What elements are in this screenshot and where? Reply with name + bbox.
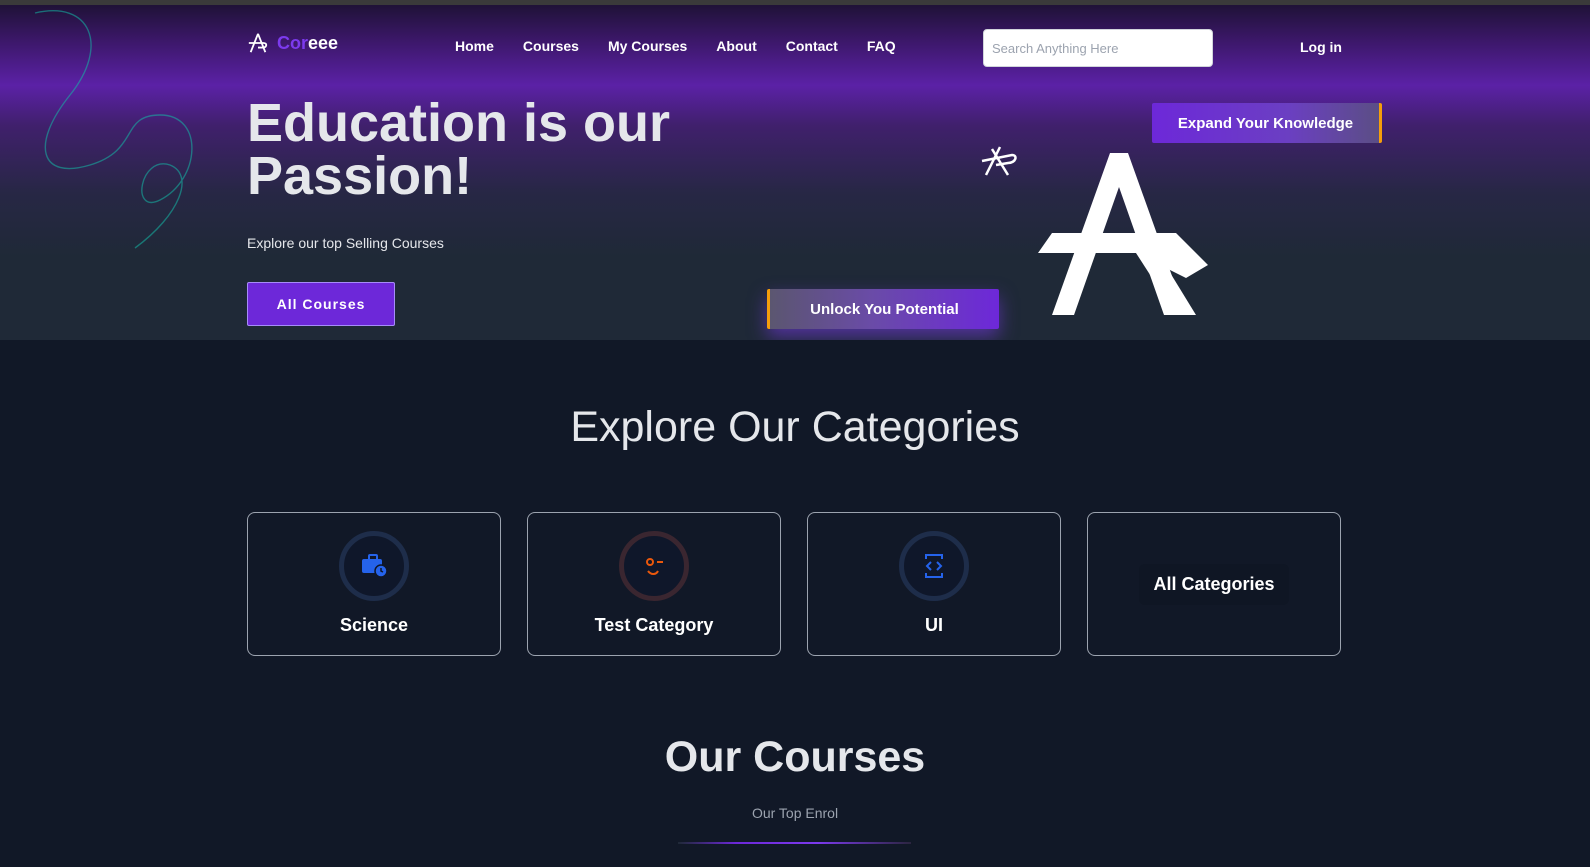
nav-home[interactable]: Home bbox=[455, 38, 494, 54]
small-a-monogram-icon bbox=[981, 146, 1017, 176]
nav-courses[interactable]: Courses bbox=[523, 38, 579, 54]
main-nav: Home Courses My Courses About Contact FA… bbox=[455, 38, 925, 54]
categories-title: Explore Our Categories bbox=[570, 403, 1020, 451]
category-label: Test Category bbox=[594, 615, 714, 635]
nav-about[interactable]: About bbox=[716, 38, 756, 54]
category-cards: Science Test Category UI All Categories bbox=[247, 512, 1341, 656]
category-card-science[interactable]: Science bbox=[247, 512, 501, 656]
section-divider bbox=[678, 842, 911, 844]
hero-subtitle: Explore our top Selling Courses bbox=[247, 235, 444, 251]
nav-faq[interactable]: FAQ bbox=[867, 38, 896, 54]
category-card-ui[interactable]: UI bbox=[807, 512, 1061, 656]
briefcase-clock-icon bbox=[339, 531, 409, 601]
decorative-squiggle bbox=[34, 10, 193, 249]
nav-contact[interactable]: Contact bbox=[786, 38, 838, 54]
brand-logo[interactable]: Coreee bbox=[247, 32, 338, 54]
courses-subtitle: Our Top Enrol bbox=[751, 805, 839, 821]
nav-my-courses[interactable]: My Courses bbox=[608, 38, 687, 54]
category-label: UI bbox=[925, 615, 943, 635]
hero-title: Education is our Passion! bbox=[247, 93, 671, 206]
expand-knowledge-button[interactable]: Expand Your Knowledge bbox=[1152, 103, 1382, 143]
unlock-potential-button[interactable]: Unlock You Potential bbox=[767, 289, 999, 329]
brand-name: Coreee bbox=[277, 32, 339, 53]
face-icon bbox=[619, 531, 689, 601]
category-card-test-category[interactable]: Test Category bbox=[527, 512, 781, 656]
category-label: Science bbox=[339, 615, 409, 635]
large-a-monogram-icon bbox=[1038, 153, 1208, 315]
all-categories-button[interactable]: All Categories bbox=[1139, 563, 1289, 605]
search-input[interactable] bbox=[983, 29, 1213, 67]
category-card-all[interactable]: All Categories bbox=[1087, 512, 1341, 656]
login-link[interactable]: Log in bbox=[1300, 39, 1342, 55]
code-device-icon bbox=[899, 531, 969, 601]
courses-title: Our Courses bbox=[664, 733, 926, 781]
hero-section: Coreee Home Courses My Courses About Con… bbox=[0, 5, 1590, 340]
all-courses-button[interactable]: All Courses bbox=[247, 282, 395, 326]
a-monogram-logo-icon bbox=[248, 33, 268, 53]
